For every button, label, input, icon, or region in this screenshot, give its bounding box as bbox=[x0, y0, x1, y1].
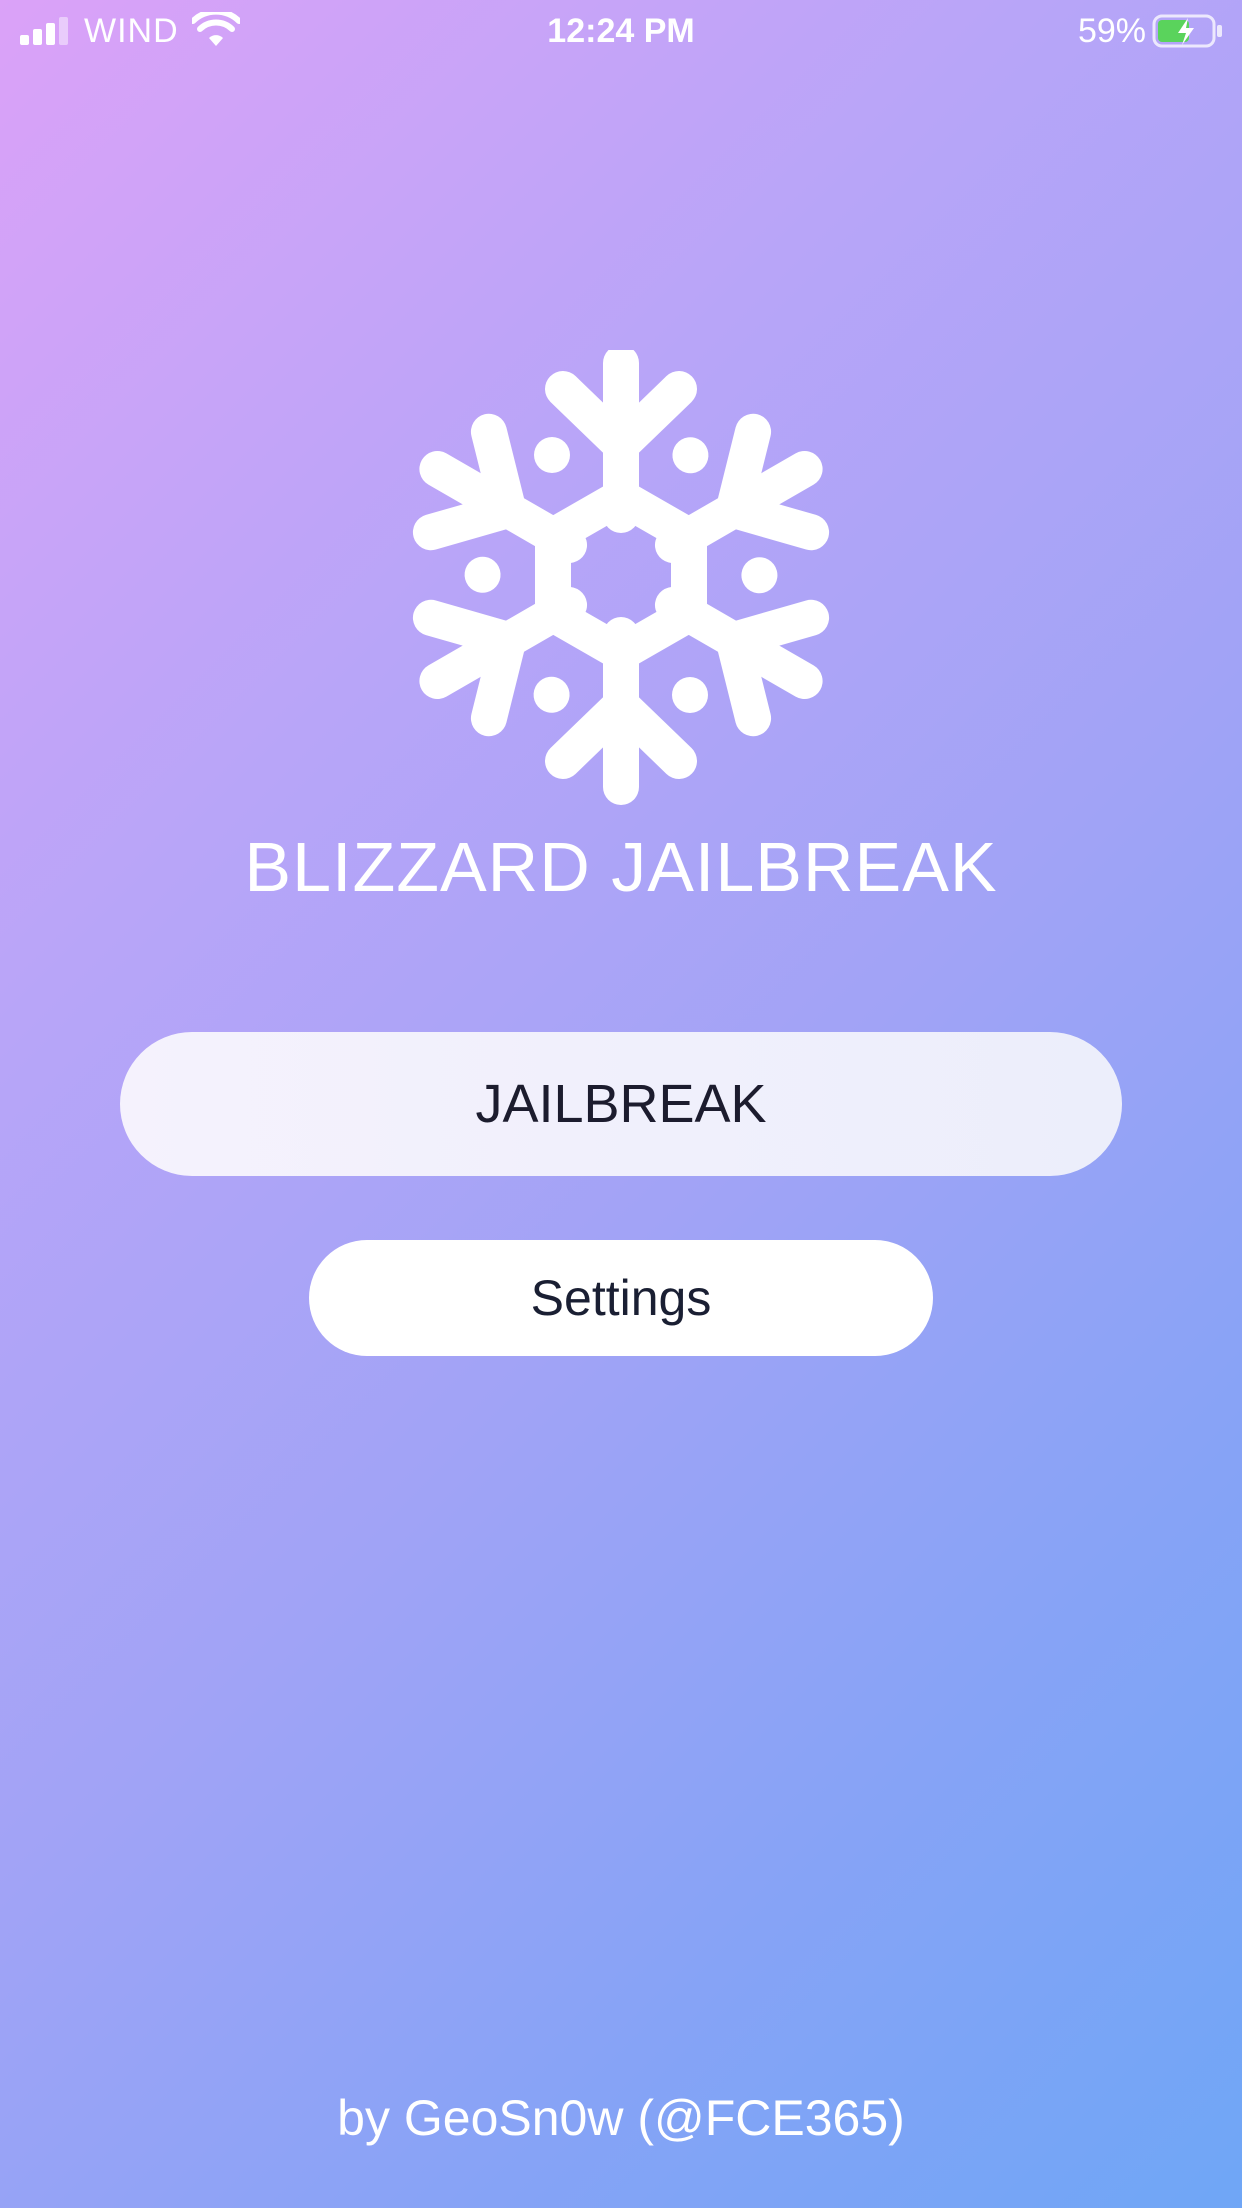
jailbreak-button[interactable]: JAILBREAK bbox=[120, 1032, 1122, 1176]
app-title: BLIZZARD JAILBREAK bbox=[244, 828, 998, 906]
snowflake-icon bbox=[406, 350, 836, 805]
battery-percentage: 59% bbox=[1077, 12, 1146, 50]
author-credit: by GeoSn0w (@FCE365) bbox=[337, 2090, 905, 2146]
settings-button[interactable]: Settings bbox=[309, 1240, 933, 1356]
status-time: 12:24 PM bbox=[547, 12, 695, 50]
status-bar: WIND 12:24 PM 59% bbox=[0, 0, 1242, 60]
battery-charging-icon bbox=[1152, 14, 1222, 48]
